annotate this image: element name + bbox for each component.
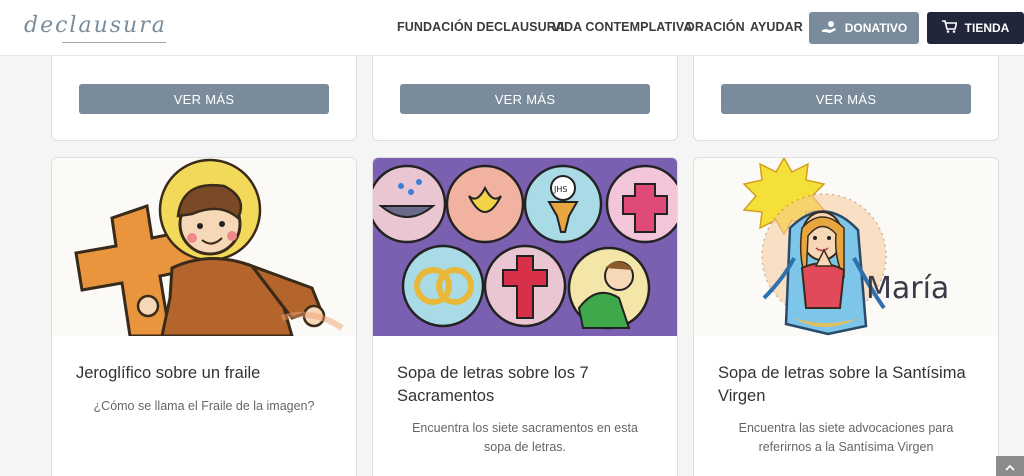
ver-mas-button[interactable]: VER MÁS <box>400 84 650 114</box>
card-title[interactable]: Jeroglífico sobre un fraile <box>76 362 338 385</box>
maria-image-text: María <box>866 271 949 306</box>
site-logo[interactable]: declausura <box>24 13 167 38</box>
ver-mas-button[interactable]: VER MÁS <box>721 84 971 114</box>
card-description: Encuentra los siete sacramentos en esta … <box>412 421 638 454</box>
card-image-virgen[interactable]: María <box>694 158 998 336</box>
card-title[interactable]: Sopa de letras sobre los 7 Sacramentos <box>397 362 659 408</box>
nav-fundacion[interactable]: FUNDACIÓN DECLAUSURA <box>397 20 565 34</box>
activity-card[interactable]: María Sopa de letras sobre la Santísima … <box>693 157 999 476</box>
chevron-up-icon <box>1005 460 1015 474</box>
card-description: Encuentra las siete advocaciones para re… <box>738 421 954 454</box>
tienda-button[interactable]: TIENDA <box>927 12 1024 44</box>
nav-vida-contemplativa[interactable]: VIDA CONTEMPLATIVA <box>552 20 692 34</box>
nav-oracion[interactable]: ORACIÓN <box>685 20 745 34</box>
cart-icon <box>941 20 958 36</box>
card-description: ¿Cómo se llama el Fraile de la imagen? <box>93 399 315 413</box>
card-title[interactable]: Sopa de letras sobre la Santísima Virgen <box>718 362 980 408</box>
svg-text:JHS: JHS <box>553 185 567 194</box>
hand-donation-icon <box>821 20 837 37</box>
tienda-label: TIENDA <box>964 21 1010 35</box>
ver-mas-button[interactable]: VER MÁS <box>79 84 329 114</box>
card-image-sacramentos[interactable]: JHS <box>373 158 677 336</box>
card-image-fraile[interactable] <box>52 158 356 336</box>
donativo-label: DONATIVO <box>844 21 908 35</box>
activity-card[interactable]: JHS Sopa de letras sobre los 7 Sacrament… <box>372 157 678 476</box>
logo-underline <box>62 42 166 43</box>
site-header: declausura FUNDACIÓN DECLAUSURA VIDA CON… <box>0 0 1024 56</box>
scroll-to-top-button[interactable] <box>996 456 1024 476</box>
activity-card[interactable]: Jeroglífico sobre un fraile ¿Cómo se lla… <box>51 157 357 476</box>
nav-ayudar[interactable]: AYUDAR <box>750 20 803 34</box>
donativo-button[interactable]: DONATIVO <box>809 12 919 44</box>
